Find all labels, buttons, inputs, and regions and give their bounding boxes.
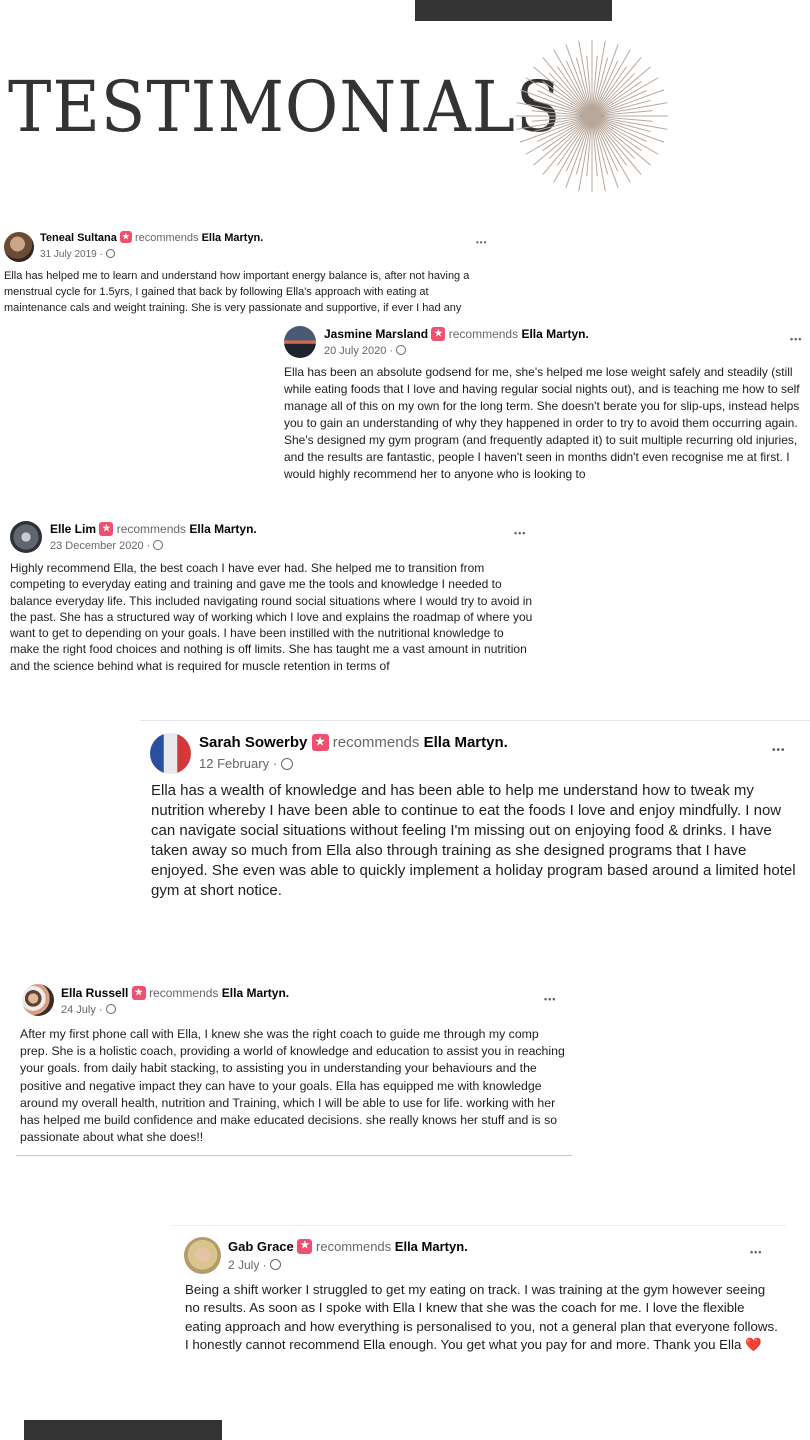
review-text: Being a shift worker I struggled to get … [185,1281,781,1354]
post-date[interactable]: 23 December 2020 · [50,540,150,552]
heart-emoji: ❤️ [745,1336,762,1352]
top-decorative-bar [415,0,612,21]
reviewer-name[interactable]: Ella Russell [61,986,128,1000]
review-text-content: Being a shift worker I struggled to get … [185,1282,778,1352]
recommend-badge-icon: ★ [99,521,114,536]
recommend-badge-icon: ★ [297,1239,313,1255]
review-text: Highly recommend Ella, the best coach I … [10,561,533,673]
reviewer-name-line: Jasmine Marsland ★ recommends Ella Marty… [324,326,589,342]
post-date-line: 2 July · [228,1258,282,1272]
recommend-badge-icon: ★ [119,231,132,244]
post-date[interactable]: 2 July · [228,1258,267,1272]
globe-icon [396,345,407,356]
reviewer-name-line: Sarah Sowerby ★ recommends Ella Martyn. [199,733,508,752]
more-options-icon[interactable]: ••• [476,238,487,247]
recommends-label: recommends [116,522,187,536]
recommend-badge-icon: ★ [131,985,146,1000]
recommends-label: recommends [316,1239,392,1254]
testimonial-card: Gab Grace ★ recommends Ella Martyn. 2 Ju… [172,1225,786,1377]
coach-name-link[interactable]: Ella Martyn. [395,1239,468,1254]
more-options-icon[interactable]: ••• [772,745,786,756]
coach-name-link[interactable]: Ella Martyn. [424,734,508,751]
avatar[interactable] [150,733,191,774]
recommends-label: recommends [332,734,420,751]
post-date[interactable]: 31 July 2019 · [40,249,103,260]
post-date-line: 12 February · [199,756,293,771]
reviewer-name[interactable]: Jasmine Marsland [324,327,428,341]
recommend-badge-icon: ★ [311,733,329,751]
avatar[interactable] [4,232,34,262]
review-text: After my first phone call with Ella, I k… [20,1027,565,1145]
testimonial-card: Elle Lim ★ recommends Ella Martyn. 23 De… [0,513,538,675]
reviewer-name-line: Gab Grace ★ recommends Ella Martyn. [228,1239,468,1255]
recommend-badge-icon: ★ [431,326,446,341]
avatar[interactable] [284,326,316,358]
reviewer-name[interactable]: Teneal Sultana [40,232,117,244]
review-text: Ella has been an absolute godsend for me… [284,365,800,481]
more-options-icon[interactable]: ••• [790,334,802,344]
reviewer-name[interactable]: Elle Lim [50,522,96,536]
globe-icon [105,1004,116,1015]
coach-name-link[interactable]: Ella Martyn. [189,522,256,536]
globe-icon [153,540,164,551]
post-date-line: 20 July 2020 · [324,345,407,357]
post-date[interactable]: 12 February · [199,756,277,771]
testimonial-card: Teneal Sultana ★ recommends Ella Martyn.… [0,226,494,318]
post-date-line: 31 July 2019 · [40,248,115,260]
starburst-icon [516,40,668,192]
post-date-line: 24 July · [61,1004,116,1016]
post-date[interactable]: 20 July 2020 · [324,345,393,357]
recommends-label: recommends [149,986,219,1000]
post-date-line: 23 December 2020 · [50,540,164,552]
coach-name-link[interactable]: Ella Martyn. [202,232,264,244]
reviewer-name[interactable]: Gab Grace [228,1239,294,1254]
coach-name-link[interactable]: Ella Martyn. [521,327,588,341]
avatar[interactable] [22,984,54,1016]
avatar[interactable] [10,521,42,553]
more-options-icon[interactable]: ••• [544,994,556,1004]
globe-icon [105,248,115,258]
testimonial-card: Sarah Sowerby ★ recommends Ella Martyn. … [140,720,810,900]
recommends-label: recommends [448,327,519,341]
bottom-decorative-bar [24,1420,222,1440]
reviewer-name-line: Teneal Sultana ★ recommends Ella Martyn. [40,231,264,244]
testimonial-card: Jasmine Marsland ★ recommends Ella Marty… [276,318,810,482]
reviewer-name[interactable]: Sarah Sowerby [199,734,307,751]
more-options-icon[interactable]: ••• [750,1247,762,1257]
recommends-label: recommends [134,232,199,244]
post-date[interactable]: 24 July · [61,1004,103,1016]
more-options-icon[interactable]: ••• [514,528,526,538]
avatar[interactable] [184,1237,221,1274]
review-text: Ella has a wealth of knowledge and has b… [151,782,796,899]
review-text: Ella has helped me to learn and understa… [4,270,470,314]
testimonial-card: Ella Russell ★ recommends Ella Martyn. 2… [16,976,572,1156]
globe-icon [280,757,293,770]
reviewer-name-line: Ella Russell ★ recommends Ella Martyn. [61,985,289,1001]
page-title: TESTIMONIALS [8,66,562,148]
globe-icon [270,1259,282,1271]
coach-name-link[interactable]: Ella Martyn. [222,986,289,1000]
reviewer-name-line: Elle Lim ★ recommends Ella Martyn. [50,521,257,537]
